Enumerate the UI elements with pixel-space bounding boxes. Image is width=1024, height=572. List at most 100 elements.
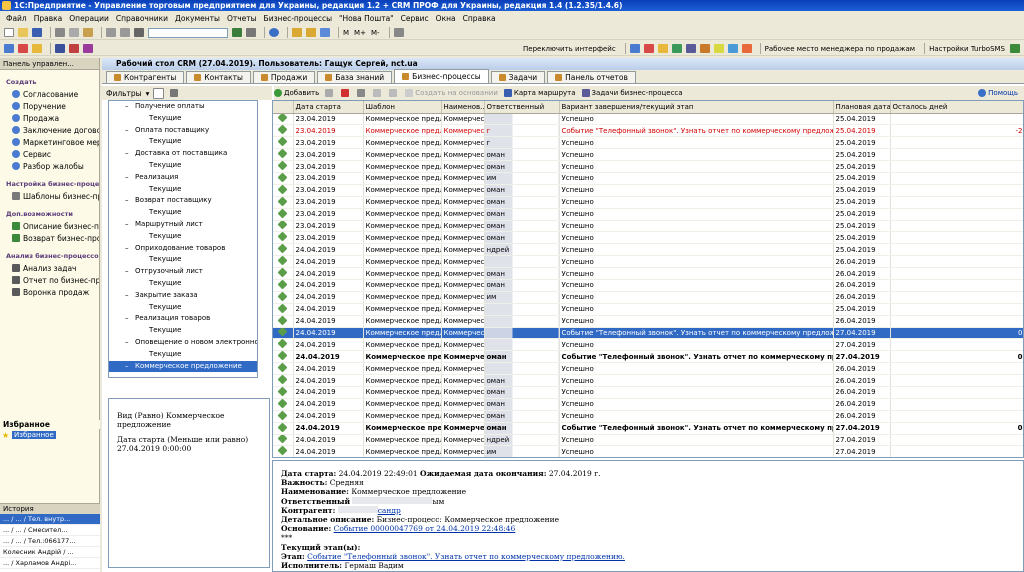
journal-icon[interactable] <box>55 44 65 53</box>
key-icon[interactable] <box>32 44 42 53</box>
menu-file[interactable]: Файл <box>6 14 27 23</box>
bp-return[interactable]: Возврат бизнес-процессов <box>0 232 99 244</box>
create-complaint[interactable]: Разбор жалобы <box>0 160 99 172</box>
tree-item[interactable]: – Получение оплаты <box>109 101 257 113</box>
create-approval[interactable]: Согласование <box>0 88 99 100</box>
route-map-button[interactable]: Карта маршрута <box>503 89 576 97</box>
copy-icon[interactable] <box>69 28 79 37</box>
tree-item[interactable]: – Отгрузочный лист <box>109 266 257 278</box>
column-header[interactable]: Осталось дней <box>890 101 1023 114</box>
paste-icon[interactable] <box>83 28 93 37</box>
filters-dropdown[interactable]: Фильтры <box>106 89 142 98</box>
tree-collapse-icon[interactable]: – <box>125 125 131 137</box>
report-icon[interactable] <box>69 44 79 53</box>
table-row[interactable]: 24.04.2019Коммерческое предл...Коммерчес… <box>273 291 1023 304</box>
tree-item[interactable]: – Коммерческое предложение <box>109 360 257 373</box>
sms-icon[interactable] <box>727 44 738 53</box>
switch-interface-button[interactable]: Переключить интерфейс <box>523 45 616 53</box>
table-row[interactable]: 24.04.2019Коммерческое предл...Коммерчес… <box>273 327 1023 340</box>
tree-item[interactable]: – Оплата поставщику <box>109 125 257 137</box>
create-marketing-event[interactable]: Маркетинговое мероприятие <box>0 136 99 148</box>
history-item[interactable]: ... / ... / Тел. внутр... <box>0 514 100 525</box>
table-row[interactable]: 24.04.2019Коммерческое предл...Коммерчес… <box>273 362 1023 376</box>
tab-contacts[interactable]: Контакты <box>186 71 251 83</box>
tab-tasks[interactable]: Задачи <box>490 71 546 83</box>
notepad-icon[interactable] <box>320 28 330 37</box>
tree-subitem[interactable]: Текущие <box>109 136 257 148</box>
table-row[interactable]: 23.04.2019Коммерческое предл...Коммерчес… <box>273 124 1023 138</box>
column-header[interactable] <box>273 101 294 114</box>
tree-collapse-icon[interactable]: – <box>125 337 131 349</box>
tree-subitem[interactable]: Текущие <box>109 254 257 266</box>
tree-item[interactable]: – Реализация <box>109 172 257 184</box>
history-item[interactable]: ... / ... / Тел.:066177... <box>0 536 100 547</box>
menu-business-processes[interactable]: Бизнес-процессы <box>264 14 333 23</box>
copy-button[interactable] <box>325 89 335 97</box>
table-row[interactable]: 24.04.2019Коммерческое предл...Коммерчес… <box>273 374 1023 387</box>
delete-button[interactable] <box>341 89 351 97</box>
task-analysis[interactable]: Анализ задач <box>0 262 99 274</box>
table-row[interactable]: 24.04.2019Коммерческое предл...Коммерчес… <box>273 410 1023 423</box>
chevron-down-icon[interactable]: ▾ <box>146 89 150 98</box>
tree-collapse-icon[interactable]: – <box>125 219 131 231</box>
tab-sales[interactable]: Продажи <box>252 71 316 83</box>
table-row[interactable]: 24.04.2019Коммерческое предл...Коммерчес… <box>273 279 1023 292</box>
control-panel-header[interactable]: Панель управлен... <box>0 58 99 70</box>
table-row[interactable]: 24.04.2019Коммерческое предл...Коммерчес… <box>273 350 1023 364</box>
tree-collapse-icon[interactable]: – <box>125 172 131 184</box>
menu-reports[interactable]: Отчеты <box>227 14 257 23</box>
create-assignment[interactable]: Поручение <box>0 100 99 112</box>
column-header[interactable]: Ответственный <box>484 101 560 114</box>
column-header[interactable]: Шаблон <box>363 101 442 114</box>
tab-business-processes[interactable]: Бизнес-процессы <box>394 69 489 83</box>
tree-item[interactable]: – Закрытие заказа <box>109 290 257 302</box>
create-sale[interactable]: Продажа <box>0 112 99 124</box>
create-based-button[interactable]: Создать на основании <box>405 89 498 97</box>
coins-icon[interactable] <box>657 44 668 53</box>
column-header[interactable]: Наименов... <box>441 101 485 114</box>
undo-icon[interactable] <box>106 28 116 37</box>
table-row[interactable]: 23.04.2019Коммерческое предл...Коммерчес… <box>273 113 1023 126</box>
chart-icon[interactable] <box>671 44 682 53</box>
tree-collapse-icon[interactable]: – <box>125 313 131 325</box>
tree-item[interactable]: – Доставка от поставщика <box>109 148 257 160</box>
table-row[interactable]: 23.04.2019Коммерческое предл...Коммерчес… <box>273 172 1023 185</box>
history-item[interactable]: ... / ... / Смесител... <box>0 525 100 536</box>
table-row[interactable]: 23.04.2019Коммерческое предл...Коммерчес… <box>273 231 1023 245</box>
tree-subitem[interactable]: Текущие <box>109 184 257 196</box>
create-contract[interactable]: Заключение договора <box>0 124 99 136</box>
help-button[interactable]: Помощь <box>978 89 1018 97</box>
tree-item[interactable]: –Оповещение о новом электронном письме <box>109 337 257 349</box>
history-item[interactable]: Колесник Андрій / ... <box>0 547 100 558</box>
calendar-icon[interactable] <box>306 28 316 37</box>
add-button[interactable]: Добавить <box>274 89 319 97</box>
tree-collapse-icon[interactable]: – <box>125 243 131 255</box>
tree-item[interactable]: – Маршрутный лист <box>109 219 257 231</box>
sticky-note-icon[interactable] <box>713 44 724 53</box>
favorites-item[interactable]: Избранное <box>12 431 56 439</box>
menu-documents[interactable]: Документы <box>175 14 220 23</box>
clear-filter-button[interactable] <box>389 89 399 97</box>
tree-item[interactable]: – Оприходование товаров <box>109 243 257 255</box>
sales-funnel[interactable]: Воронка продаж <box>0 286 99 298</box>
table-row[interactable]: 23.04.2019Коммерческое предл...Коммерчес… <box>273 208 1023 221</box>
menu-nova-poshta[interactable]: "Нова Пошта" <box>339 14 394 23</box>
tree-subitem[interactable]: Текущие <box>109 160 257 172</box>
turbosms-settings-button[interactable]: Настройки TurboSMS <box>929 45 1005 53</box>
table-row[interactable]: 24.04.2019Коммерческое предл...Коммерчес… <box>273 386 1023 399</box>
tab-knowledge-base[interactable]: База знаний <box>317 71 393 83</box>
stage-link[interactable]: Событие "Телефонный звонок". Узнать отче… <box>307 552 625 561</box>
search-next-icon[interactable] <box>232 28 242 37</box>
tree-item[interactable]: – Возврат поставщику <box>109 195 257 207</box>
tab-reports-panel[interactable]: Панель отчетов <box>547 71 636 83</box>
bp-tasks-button[interactable]: Задачи бизнес-процесса <box>581 89 683 97</box>
memory-m-button[interactable]: M <box>343 29 349 37</box>
column-header[interactable]: Вариант завершения/текущий этап <box>559 101 834 114</box>
tree-subitem[interactable]: Текущие <box>109 113 257 125</box>
search-options-icon[interactable] <box>246 28 256 37</box>
table-row[interactable]: 23.04.2019Коммерческое предл...Коммерчес… <box>273 148 1023 162</box>
help-icon[interactable] <box>269 28 279 37</box>
tools-filter-icon[interactable] <box>170 89 179 97</box>
table-row[interactable]: 24.04.2019Коммерческое предл...Коммерчес… <box>273 398 1023 411</box>
redo-icon[interactable] <box>120 28 130 37</box>
